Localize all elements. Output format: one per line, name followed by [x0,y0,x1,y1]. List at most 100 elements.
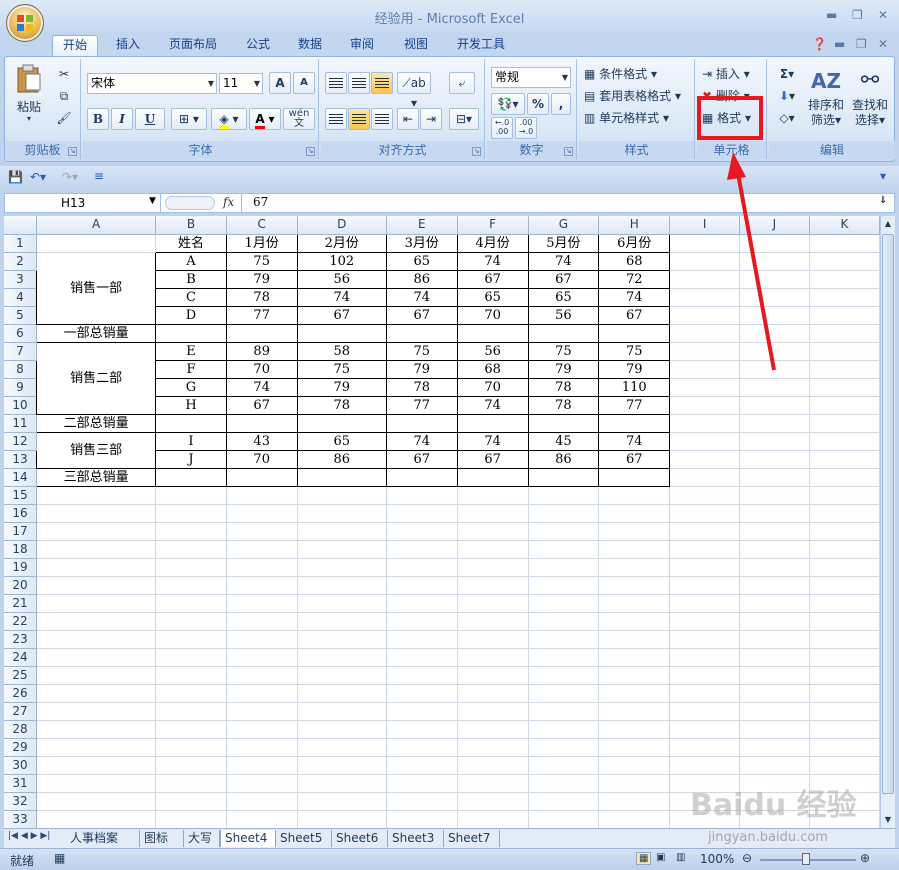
data-cell[interactable]: 78 [385,377,458,397]
data-cell[interactable]: 75 [385,341,458,361]
cell[interactable] [386,612,458,631]
cell[interactable] [809,684,880,703]
cell[interactable] [669,540,741,559]
row-header[interactable]: 8 [4,360,37,379]
cell[interactable] [809,324,880,343]
name-box[interactable]: H13 [5,194,161,212]
merge-center-button[interactable]: ⊟▾ [449,108,479,130]
cell[interactable] [739,450,810,469]
phonetic-button[interactable]: wén 文 [283,108,315,130]
cell[interactable] [226,504,298,523]
cell[interactable] [226,774,298,793]
total-value-cell[interactable] [296,323,387,343]
cell[interactable] [739,486,810,505]
total-value-cell[interactable] [225,323,298,343]
data-cell[interactable]: 74 [456,431,529,451]
total-cell[interactable]: 一部总销量 [35,323,157,343]
cell[interactable] [386,594,458,613]
cell[interactable] [457,738,529,757]
total-value-cell[interactable] [385,413,458,433]
cell[interactable] [809,234,880,253]
data-cell[interactable]: F [155,359,227,379]
cell[interactable] [386,666,458,685]
cell[interactable] [155,486,227,505]
total-value-cell[interactable] [225,467,298,487]
cell[interactable] [457,522,529,541]
row-header[interactable]: 18 [4,540,37,559]
cell[interactable] [155,810,227,828]
cell[interactable] [155,684,227,703]
cell[interactable] [739,306,810,325]
row-header[interactable]: 17 [4,522,37,541]
sheet-tab[interactable]: 图标 [140,830,184,847]
align-middle-button[interactable] [348,72,370,94]
page-layout-view-icon[interactable]: ▣ [656,852,665,863]
zoom-level[interactable]: 100% [700,852,734,866]
cell[interactable] [809,270,880,289]
data-cell[interactable]: 65 [296,431,387,451]
wb-restore-icon[interactable]: ❐ [856,37,867,51]
sheet-tab[interactable]: Sheet4 [220,830,276,847]
data-cell[interactable]: 79 [598,359,671,379]
data-cell[interactable]: 74 [385,287,458,307]
total-value-cell[interactable] [155,323,227,343]
cell[interactable] [386,702,458,721]
data-cell[interactable]: 86 [296,449,387,469]
cell[interactable] [809,648,880,667]
cell[interactable] [386,558,458,577]
zoom-slider-thumb[interactable] [802,853,810,865]
cell[interactable] [669,324,741,343]
cell[interactable] [809,702,880,721]
cell[interactable] [297,738,387,757]
header-cell[interactable]: 5月份 [527,233,600,253]
cell[interactable] [528,630,600,649]
cell[interactable] [669,666,741,685]
cell[interactable] [226,648,298,667]
cell[interactable] [155,522,227,541]
cell[interactable] [739,324,810,343]
cell[interactable] [669,432,741,451]
cell[interactable] [528,720,600,739]
select-all-corner[interactable] [4,216,37,235]
cell[interactable] [457,630,529,649]
data-cell[interactable]: 89 [225,341,298,361]
cell[interactable] [297,558,387,577]
font-size-combo[interactable]: 11 ▼ [219,73,263,94]
data-cell[interactable]: 56 [527,305,600,325]
header-cell[interactable]: 6月份 [598,233,671,253]
cell[interactable] [598,630,671,649]
orientation-button[interactable]: ⟋ab ▾ [397,72,431,110]
cell[interactable] [809,450,880,469]
cell[interactable] [155,738,227,757]
cell[interactable] [598,810,671,828]
number-launcher-icon[interactable]: ↘ [564,147,573,156]
clipboard-launcher-icon[interactable]: ↘ [68,147,77,156]
zoom-out-icon[interactable]: ⊖ [742,851,752,865]
formula-input[interactable]: 67 [253,195,268,209]
office-button[interactable] [6,4,44,42]
data-cell[interactable]: H [155,395,227,415]
cell[interactable] [739,234,810,253]
data-cell[interactable]: 70 [225,359,298,379]
data-cell[interactable]: 77 [225,305,298,325]
cell[interactable] [598,558,671,577]
cell[interactable] [226,666,298,685]
cell[interactable] [598,612,671,631]
italic-button[interactable]: I [111,108,133,130]
cell[interactable] [226,594,298,613]
cell[interactable] [155,774,227,793]
total-value-cell[interactable] [598,413,671,433]
cell[interactable] [598,720,671,739]
cell[interactable] [739,252,810,271]
row-header[interactable]: 24 [4,648,37,667]
cell[interactable] [809,720,880,739]
cell[interactable] [739,558,810,577]
cell[interactable] [669,576,741,595]
zoom-in-icon[interactable]: ⊕ [860,851,870,865]
total-value-cell[interactable] [527,413,600,433]
row-header[interactable]: 32 [4,792,37,811]
cell[interactable] [457,504,529,523]
cell[interactable] [528,774,600,793]
cell[interactable] [528,486,600,505]
cell[interactable] [457,666,529,685]
